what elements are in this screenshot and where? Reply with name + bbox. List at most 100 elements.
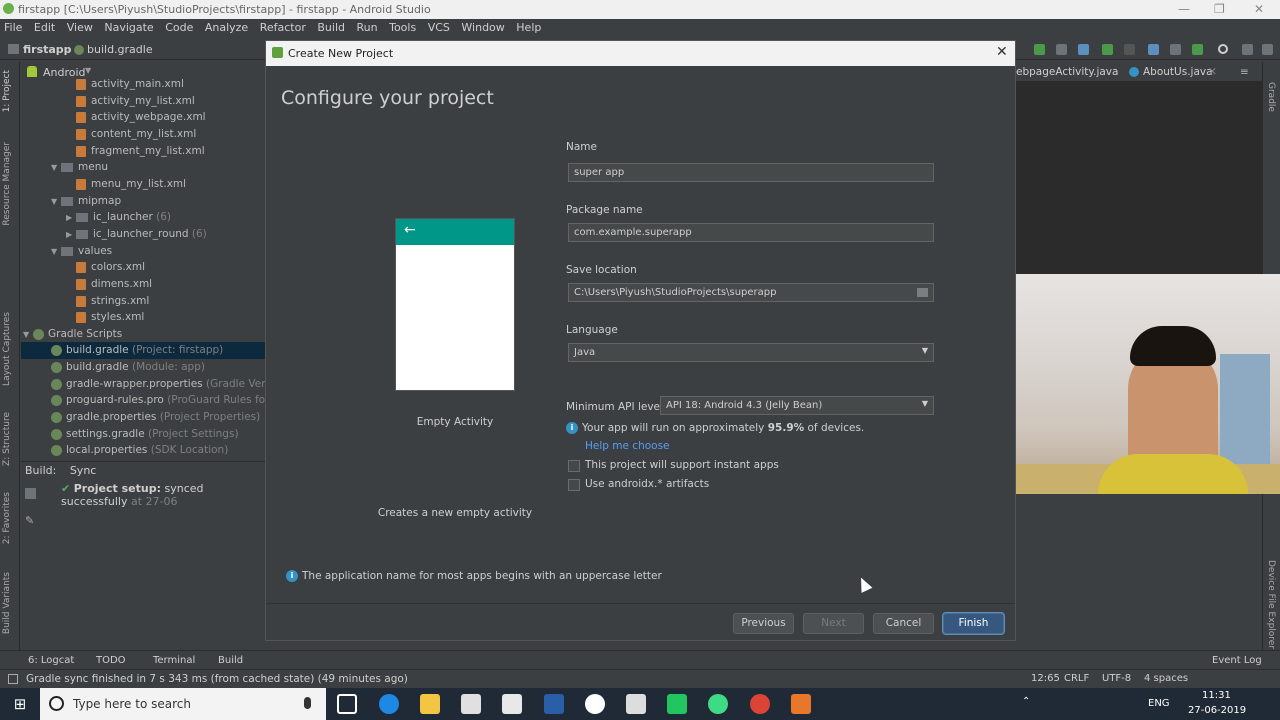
language-indicator[interactable]: ENG xyxy=(1148,698,1170,709)
task-view-icon[interactable] xyxy=(337,694,357,714)
breadcrumb-project[interactable]: firstapp xyxy=(23,43,72,56)
tool-build-variants[interactable]: Build Variants xyxy=(2,572,12,634)
tab-logcat[interactable]: 6: Logcat xyxy=(28,655,74,666)
chrome-icon[interactable] xyxy=(750,694,770,714)
save-location-field[interactable]: C:\Users\Piyush\StudioProjects\superapp xyxy=(568,283,934,302)
edge-icon[interactable] xyxy=(379,694,399,714)
close-window-icon[interactable]: ✕ xyxy=(1254,2,1264,16)
tree-item[interactable]: settings.gradle (Project Settings) xyxy=(51,426,239,443)
close-icon[interactable]: ✕ xyxy=(996,44,1008,60)
breadcrumb-file[interactable]: build.gradle xyxy=(87,43,153,56)
debug-icon[interactable] xyxy=(1078,44,1089,55)
tree-item[interactable]: gradle-wrapper.properties (Gradle Versio… xyxy=(51,376,291,393)
clock-time[interactable]: 11:31 xyxy=(1202,690,1231,701)
sync-tab[interactable]: Sync xyxy=(70,464,97,477)
android-studio-taskbar-icon[interactable] xyxy=(708,694,728,714)
menu-window[interactable]: Window xyxy=(457,19,508,36)
tray-chevron-icon[interactable]: ⌃ xyxy=(1022,696,1030,707)
browse-folder-icon[interactable] xyxy=(917,288,928,297)
tree-item[interactable]: activity_my_list.xml xyxy=(76,93,195,110)
min-api-select[interactable]: API 18: Android 4.3 (Jelly Bean) ▼ xyxy=(660,396,934,415)
tree-item[interactable]: activity_webpage.xml xyxy=(76,109,206,126)
tool-structure[interactable]: Z: Structure xyxy=(2,412,12,466)
tree-item[interactable]: content_my_list.xml xyxy=(76,126,196,143)
cortana-icon[interactable] xyxy=(49,696,64,711)
tab-todo[interactable]: TODO xyxy=(96,655,126,666)
caret-position[interactable]: 12:65 xyxy=(1031,673,1060,684)
instant-apps-checkbox[interactable] xyxy=(568,460,580,472)
name-field[interactable]: super app xyxy=(568,163,934,182)
apply-changes-icon[interactable] xyxy=(1102,44,1113,55)
google-icon[interactable] xyxy=(585,694,605,714)
menu-analyze[interactable]: Analyze xyxy=(201,19,252,36)
tab-build[interactable]: Build xyxy=(218,655,243,666)
stop-icon[interactable] xyxy=(1124,44,1135,55)
tool-resource-manager[interactable]: Resource Manager xyxy=(2,142,12,226)
line-separator[interactable]: CRLF xyxy=(1064,673,1089,684)
collapsed-arrow-icon[interactable]: ▶ xyxy=(66,226,76,243)
recorder-icon[interactable] xyxy=(791,694,811,714)
tree-folder[interactable]: ▶ ic_launcher_round (6) xyxy=(66,226,207,243)
language-select[interactable]: Java ▼ xyxy=(568,343,934,362)
menu-refactor[interactable]: Refactor xyxy=(256,19,310,36)
previous-button[interactable]: Previous xyxy=(733,613,794,634)
taskbar-search[interactable]: Type here to search xyxy=(40,688,326,720)
tree-item[interactable]: local.properties (SDK Location) xyxy=(51,442,228,459)
collapsed-arrow-icon[interactable]: ▶ xyxy=(66,209,76,226)
androidx-checkbox[interactable] xyxy=(568,479,580,491)
windows-start-icon[interactable]: ⊞ xyxy=(0,688,40,720)
build-tab[interactable]: Build: xyxy=(25,464,56,477)
tree-item[interactable]: menu_my_list.xml xyxy=(76,176,186,193)
tool-favorites[interactable]: 2: Favorites xyxy=(2,492,12,544)
tree-item[interactable]: build.gradle (Module: app) xyxy=(51,359,205,376)
profile-icon[interactable] xyxy=(1056,44,1067,55)
tool-device-file-explorer[interactable]: Device File Explorer xyxy=(1266,560,1276,649)
tree-item[interactable]: styles.xml xyxy=(76,309,144,326)
sync-icon[interactable] xyxy=(1034,44,1045,55)
tree-item-selected[interactable]: build.gradle (Project: firstapp) xyxy=(21,342,265,359)
expanded-arrow-icon[interactable]: ▼ xyxy=(51,243,61,260)
menu-edit[interactable]: Edit xyxy=(30,19,59,36)
mail-icon[interactable] xyxy=(502,694,522,714)
tree-folder[interactable]: ▼ values xyxy=(51,243,112,260)
tree-folder[interactable]: ▼ mipmap xyxy=(51,193,121,210)
gradle-sync-icon[interactable] xyxy=(1148,44,1159,55)
menu-view[interactable]: View xyxy=(63,19,97,36)
expanded-arrow-icon[interactable]: ▼ xyxy=(51,193,61,210)
dev-app-icon[interactable] xyxy=(544,694,564,714)
file-explorer-icon[interactable] xyxy=(420,694,440,714)
restore-icon[interactable] xyxy=(25,488,36,499)
tree-folder[interactable]: ▶ ic_launcher (6) xyxy=(66,209,171,226)
settings-icon[interactable] xyxy=(1242,44,1253,55)
menu-vcs[interactable]: VCS xyxy=(424,19,454,36)
menu-run[interactable]: Run xyxy=(353,19,382,36)
microphone-icon[interactable] xyxy=(304,697,311,709)
expanded-arrow-icon[interactable]: ▼ xyxy=(23,326,33,343)
minimize-icon[interactable]: — xyxy=(1178,2,1190,16)
avd-manager-icon[interactable] xyxy=(1170,44,1181,55)
maximize-icon[interactable]: ❐ xyxy=(1214,2,1225,16)
tab-about-us[interactable]: AboutUs.java xyxy=(1143,66,1213,78)
indent-setting[interactable]: 4 spaces xyxy=(1144,673,1188,684)
cancel-button[interactable]: Cancel xyxy=(873,613,934,634)
pin-icon[interactable]: ✎ xyxy=(25,514,34,527)
tab-terminal[interactable]: Terminal xyxy=(153,655,195,666)
tool-gradle[interactable]: Gradle xyxy=(1266,82,1276,112)
next-button[interactable]: Next xyxy=(803,613,864,634)
tree-item[interactable]: colors.xml xyxy=(76,259,145,276)
tool-layout-captures[interactable]: Layout Captures xyxy=(2,312,12,386)
tree-item[interactable]: strings.xml xyxy=(76,293,149,310)
menu-code[interactable]: Code xyxy=(161,19,197,36)
search-icon[interactable] xyxy=(1218,44,1228,54)
menu-navigate[interactable]: Navigate xyxy=(100,19,157,36)
menu-help[interactable]: Help xyxy=(512,19,545,36)
editor-app-icon[interactable] xyxy=(626,694,646,714)
clock-date[interactable]: 27-06-2019 xyxy=(1188,705,1246,716)
tree-item[interactable]: fragment_my_list.xml xyxy=(76,143,205,160)
tab-webpage-activity[interactable]: ebpageActivity.java xyxy=(1016,66,1118,78)
pycharm-icon[interactable] xyxy=(667,694,687,714)
close-tab-icon[interactable]: ✕ xyxy=(1208,66,1217,78)
tab-menu-icon[interactable]: ≡ xyxy=(1240,66,1249,78)
tree-item[interactable]: dimens.xml xyxy=(76,276,152,293)
sdk-manager-icon[interactable] xyxy=(1192,44,1203,55)
